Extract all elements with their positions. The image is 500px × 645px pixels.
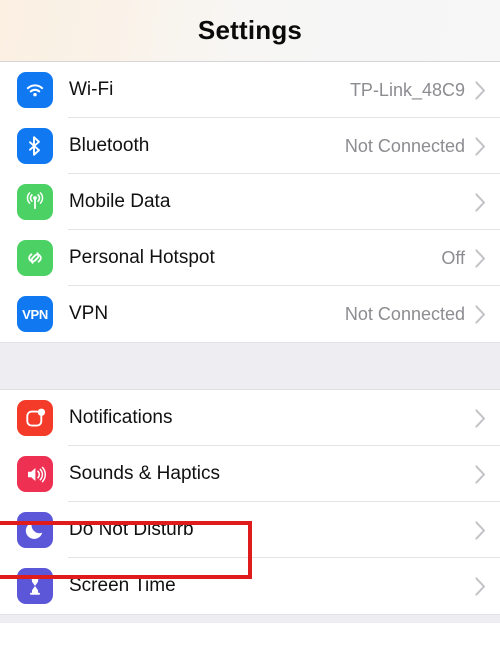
- chevron-right-icon: [475, 304, 486, 324]
- row-label-screen-time: Screen Time: [69, 575, 176, 596]
- settings-group-connectivity: Wi-Fi TP-Link_48C9 Bluetooth Not Connected M…: [0, 62, 500, 342]
- mobile-data-icon: [17, 184, 53, 220]
- chevron-right-icon: [475, 408, 486, 428]
- chevron-right-icon: [475, 192, 486, 212]
- row-value-wi-fi: TP-Link_48C9: [349, 79, 465, 100]
- settings-list: Wi-Fi TP-Link_48C9 Bluetooth Not Connected M…: [0, 62, 500, 623]
- bottom-strip: [0, 614, 500, 623]
- settings-row-mobile-data[interactable]: Mobile Data: [0, 174, 500, 230]
- screen-time-icon: [17, 568, 53, 604]
- row-label-mobile-data: Mobile Data: [69, 191, 171, 212]
- row-label-vpn: VPN: [69, 303, 109, 324]
- settings-row-sounds-haptics[interactable]: Sounds & Haptics: [0, 446, 500, 502]
- chevron-right-icon: [475, 248, 486, 268]
- settings-row-vpn[interactable]: VPN VPN Not Connected: [0, 286, 500, 342]
- settings-row-screen-time[interactable]: Screen Time: [0, 558, 500, 614]
- settings-row-notifications[interactable]: Notifications: [0, 390, 500, 446]
- bluetooth-icon: [17, 128, 53, 164]
- settings-row-wi-fi[interactable]: Wi-Fi TP-Link_48C9: [0, 62, 500, 118]
- row-value-bluetooth: Not Connected: [344, 135, 465, 156]
- vpn-icon: VPN: [17, 296, 53, 332]
- personal-hotspot-icon: [17, 240, 53, 276]
- settings-screen: Settings Wi-Fi TP-Link_48C9 Bluetooth Not C…: [0, 0, 500, 645]
- row-label-personal-hotspot: Personal Hotspot: [69, 247, 215, 268]
- row-label-notifications: Notifications: [69, 407, 173, 428]
- settings-row-bluetooth[interactable]: Bluetooth Not Connected: [0, 118, 500, 174]
- settings-row-do-not-disturb[interactable]: Do Not Disturb: [0, 502, 500, 558]
- row-label-wi-fi: Wi-Fi: [69, 79, 114, 100]
- row-label-bluetooth: Bluetooth: [69, 135, 150, 156]
- page-title: Settings: [197, 15, 303, 45]
- row-value-personal-hotspot: Off: [441, 247, 465, 268]
- notifications-icon: [17, 400, 53, 436]
- group-separator: [0, 342, 500, 390]
- wifi-icon: [17, 72, 53, 108]
- row-label-sounds-haptics: Sounds & Haptics: [69, 463, 221, 484]
- do-not-disturb-icon: [17, 512, 53, 548]
- navigation-bar: Settings: [0, 0, 500, 62]
- chevron-right-icon: [475, 520, 486, 540]
- sounds-icon: [17, 456, 53, 492]
- chevron-right-icon: [475, 136, 486, 156]
- row-label-do-not-disturb: Do Not Disturb: [69, 519, 194, 540]
- row-value-vpn: Not Connected: [344, 303, 465, 324]
- chevron-right-icon: [475, 80, 486, 100]
- settings-group-alerts: Notifications Sounds & Haptics Do Not Dist…: [0, 390, 500, 614]
- chevron-right-icon: [475, 576, 486, 596]
- settings-row-personal-hotspot[interactable]: Personal Hotspot Off: [0, 230, 500, 286]
- chevron-right-icon: [475, 464, 486, 484]
